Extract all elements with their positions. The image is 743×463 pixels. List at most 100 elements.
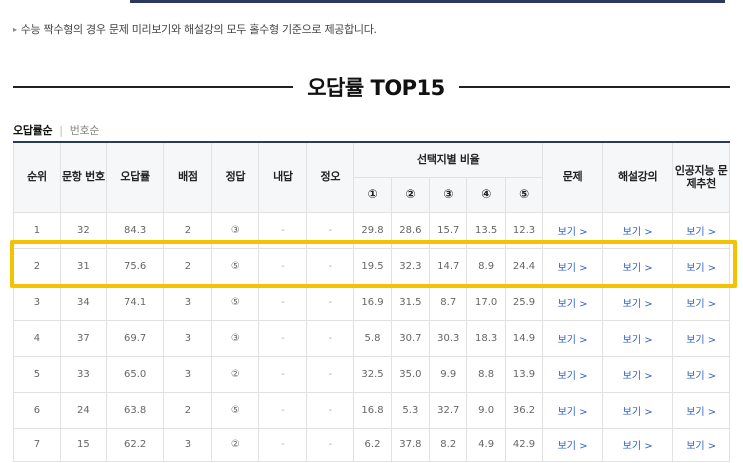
ai-recommend-view-link[interactable]: 보기 > — [686, 407, 716, 418]
cell-choice-2: 31.5 — [390, 283, 431, 321]
ai-recommend-view-cell: 보기 > — [672, 211, 730, 249]
cell-choice-5: 25.9 — [504, 283, 544, 321]
problem-view-cell: 보기 > — [542, 391, 603, 429]
cell-points: 2 — [163, 211, 213, 249]
table-row: 6 24 63.8 2 ⑤ - -16.8 5.3 32.7 9.0 36.2 보기 > 보기 > 보기 … — [13, 391, 730, 429]
lecture-view-link[interactable]: 보기 > — [623, 441, 653, 452]
problem-view-link[interactable]: 보기 > — [558, 441, 588, 452]
problem-view-cell: 보기 > — [542, 355, 603, 393]
lecture-view-link[interactable]: 보기 > — [623, 407, 653, 418]
lecture-view-link[interactable]: 보기 > — [623, 371, 653, 382]
ai-recommend-view-cell: 보기 > — [672, 391, 730, 429]
cell-choice-3: 9.9 — [429, 355, 468, 393]
cell-wrong-rate: 62.2 — [105, 427, 165, 462]
cell-answer: ③ — [211, 211, 260, 249]
cell-choice-1: 16.9 — [353, 283, 392, 321]
cell-correct-wrong: - — [306, 247, 355, 285]
sort-tab-separator: | — [59, 124, 63, 137]
cell-choice-5: 36.2 — [504, 391, 544, 429]
ai-recommend-view-cell: 보기 > — [672, 283, 730, 321]
cell-choice-3: 8.2 — [429, 427, 468, 462]
ai-recommend-view-cell: 보기 > — [672, 247, 730, 285]
divider-left — [13, 86, 293, 88]
header-problem: 문제 — [542, 141, 603, 213]
table-row: 2 31 75.6 2 ⑤ - -19.5 32.3 14.7 8.9 24.4 보기 > 보기 > 보기… — [13, 247, 730, 285]
problem-view-link[interactable]: 보기 > — [558, 335, 588, 346]
problem-view-link[interactable]: 보기 > — [558, 371, 588, 382]
cell-rank: 3 — [13, 283, 61, 321]
cell-answer: ⑤ — [211, 391, 260, 429]
cell-my-answer: - — [258, 355, 308, 393]
ai-recommend-view-link[interactable]: 보기 > — [686, 227, 716, 238]
lecture-view-cell: 보기 > — [601, 355, 674, 393]
section-title: 오답률 TOP15 — [307, 76, 445, 100]
sort-tab-number[interactable]: 번호순 — [70, 124, 100, 137]
section-header: 오답률 TOP15 — [13, 70, 730, 102]
lecture-view-link[interactable]: 보기 > — [623, 263, 653, 274]
header-my-answer: 내답 — [258, 141, 308, 213]
sort-tabs: 오답률순 | 번호순 — [13, 122, 99, 138]
lecture-view-link[interactable]: 보기 > — [623, 227, 653, 238]
sort-tab-wrong-rate[interactable]: 오답률순 — [13, 124, 53, 137]
table-row: 1 32 84.3 2 ③ - -29.8 28.6 15.7 13.5 12.3 보기 > 보기 > 보… — [13, 211, 730, 249]
header-choice-3: ③ — [429, 176, 468, 213]
problem-view-cell: 보기 > — [542, 247, 603, 285]
problem-view-link[interactable]: 보기 > — [558, 407, 588, 418]
cell-answer: ⑤ — [211, 247, 260, 285]
cell-points: 2 — [163, 391, 213, 429]
problem-view-link[interactable]: 보기 > — [558, 263, 588, 274]
problem-view-cell: 보기 > — [542, 319, 603, 357]
header-choice-5: ⑤ — [504, 176, 544, 213]
table-row: 4 37 69.7 3 ③ - -5.8 30.7 30.3 18.3 14.9 보기 > 보기 > 보기… — [13, 319, 730, 357]
top-tab-underline — [130, 0, 725, 3]
cell-choice-5: 14.9 — [504, 319, 544, 357]
cell-choice-1: 19.5 — [353, 247, 392, 285]
cell-my-answer: - — [258, 391, 308, 429]
ai-recommend-view-link[interactable]: 보기 > — [686, 299, 716, 310]
ai-recommend-view-link[interactable]: 보기 > — [686, 441, 716, 452]
header-choice-ratio: 선택지별 비율 — [353, 141, 544, 178]
ai-recommend-view-link[interactable]: 보기 > — [686, 371, 716, 382]
cell-choice-1: 29.8 — [353, 211, 392, 249]
table-row: 3 34 74.1 3 ⑤ - -16.9 31.5 8.7 17.0 25.9 보기 > 보기 > 보기… — [13, 283, 730, 321]
lecture-view-cell: 보기 > — [601, 211, 674, 249]
cell-choice-5: 13.9 — [504, 355, 544, 393]
lecture-view-cell: 보기 > — [601, 247, 674, 285]
cell-choice-2: 28.6 — [390, 211, 431, 249]
table-row: 7 15 62.2 3 ② - -6.2 37.8 8.2 4.9 42.9 보기 > 보기 > 보기 > — [13, 427, 730, 462]
cell-choice-4: 17.0 — [466, 283, 506, 321]
header-choice-4: ④ — [466, 176, 506, 213]
cell-question-no: 33 — [59, 355, 107, 393]
cell-choice-3: 15.7 — [429, 211, 468, 249]
lecture-view-link[interactable]: 보기 > — [623, 335, 653, 346]
problem-view-cell: 보기 > — [542, 283, 603, 321]
cell-choice-1: 6.2 — [353, 427, 392, 462]
cell-choice-1: 5.8 — [353, 319, 392, 357]
cell-choice-4: 13.5 — [466, 211, 506, 249]
ai-recommend-view-link[interactable]: 보기 > — [686, 335, 716, 346]
cell-rank: 4 — [13, 319, 61, 357]
ai-recommend-view-cell: 보기 > — [672, 427, 730, 462]
cell-question-no: 37 — [59, 319, 107, 357]
cell-question-no: 32 — [59, 211, 107, 249]
problem-view-link[interactable]: 보기 > — [558, 299, 588, 310]
problem-view-link[interactable]: 보기 > — [558, 227, 588, 238]
cell-correct-wrong: - — [306, 427, 355, 462]
cell-my-answer: - — [258, 319, 308, 357]
cell-my-answer: - — [258, 283, 308, 321]
cell-my-answer: - — [258, 427, 308, 462]
cell-choice-4: 4.9 — [466, 427, 506, 462]
cell-choice-3: 30.3 — [429, 319, 468, 357]
cell-wrong-rate: 75.6 — [105, 247, 165, 285]
cell-answer: ② — [211, 427, 260, 462]
cell-wrong-rate: 69.7 — [105, 319, 165, 357]
lecture-view-link[interactable]: 보기 > — [623, 299, 653, 310]
ai-recommend-view-link[interactable]: 보기 > — [686, 263, 716, 274]
header-ai-recommend: 인공지능 문제추천 — [672, 141, 730, 213]
cell-choice-4: 9.0 — [466, 391, 506, 429]
cell-question-no: 34 — [59, 283, 107, 321]
cell-choice-1: 32.5 — [353, 355, 392, 393]
cell-answer: ③ — [211, 319, 260, 357]
header-answer: 정답 — [211, 141, 260, 213]
cell-correct-wrong: - — [306, 211, 355, 249]
